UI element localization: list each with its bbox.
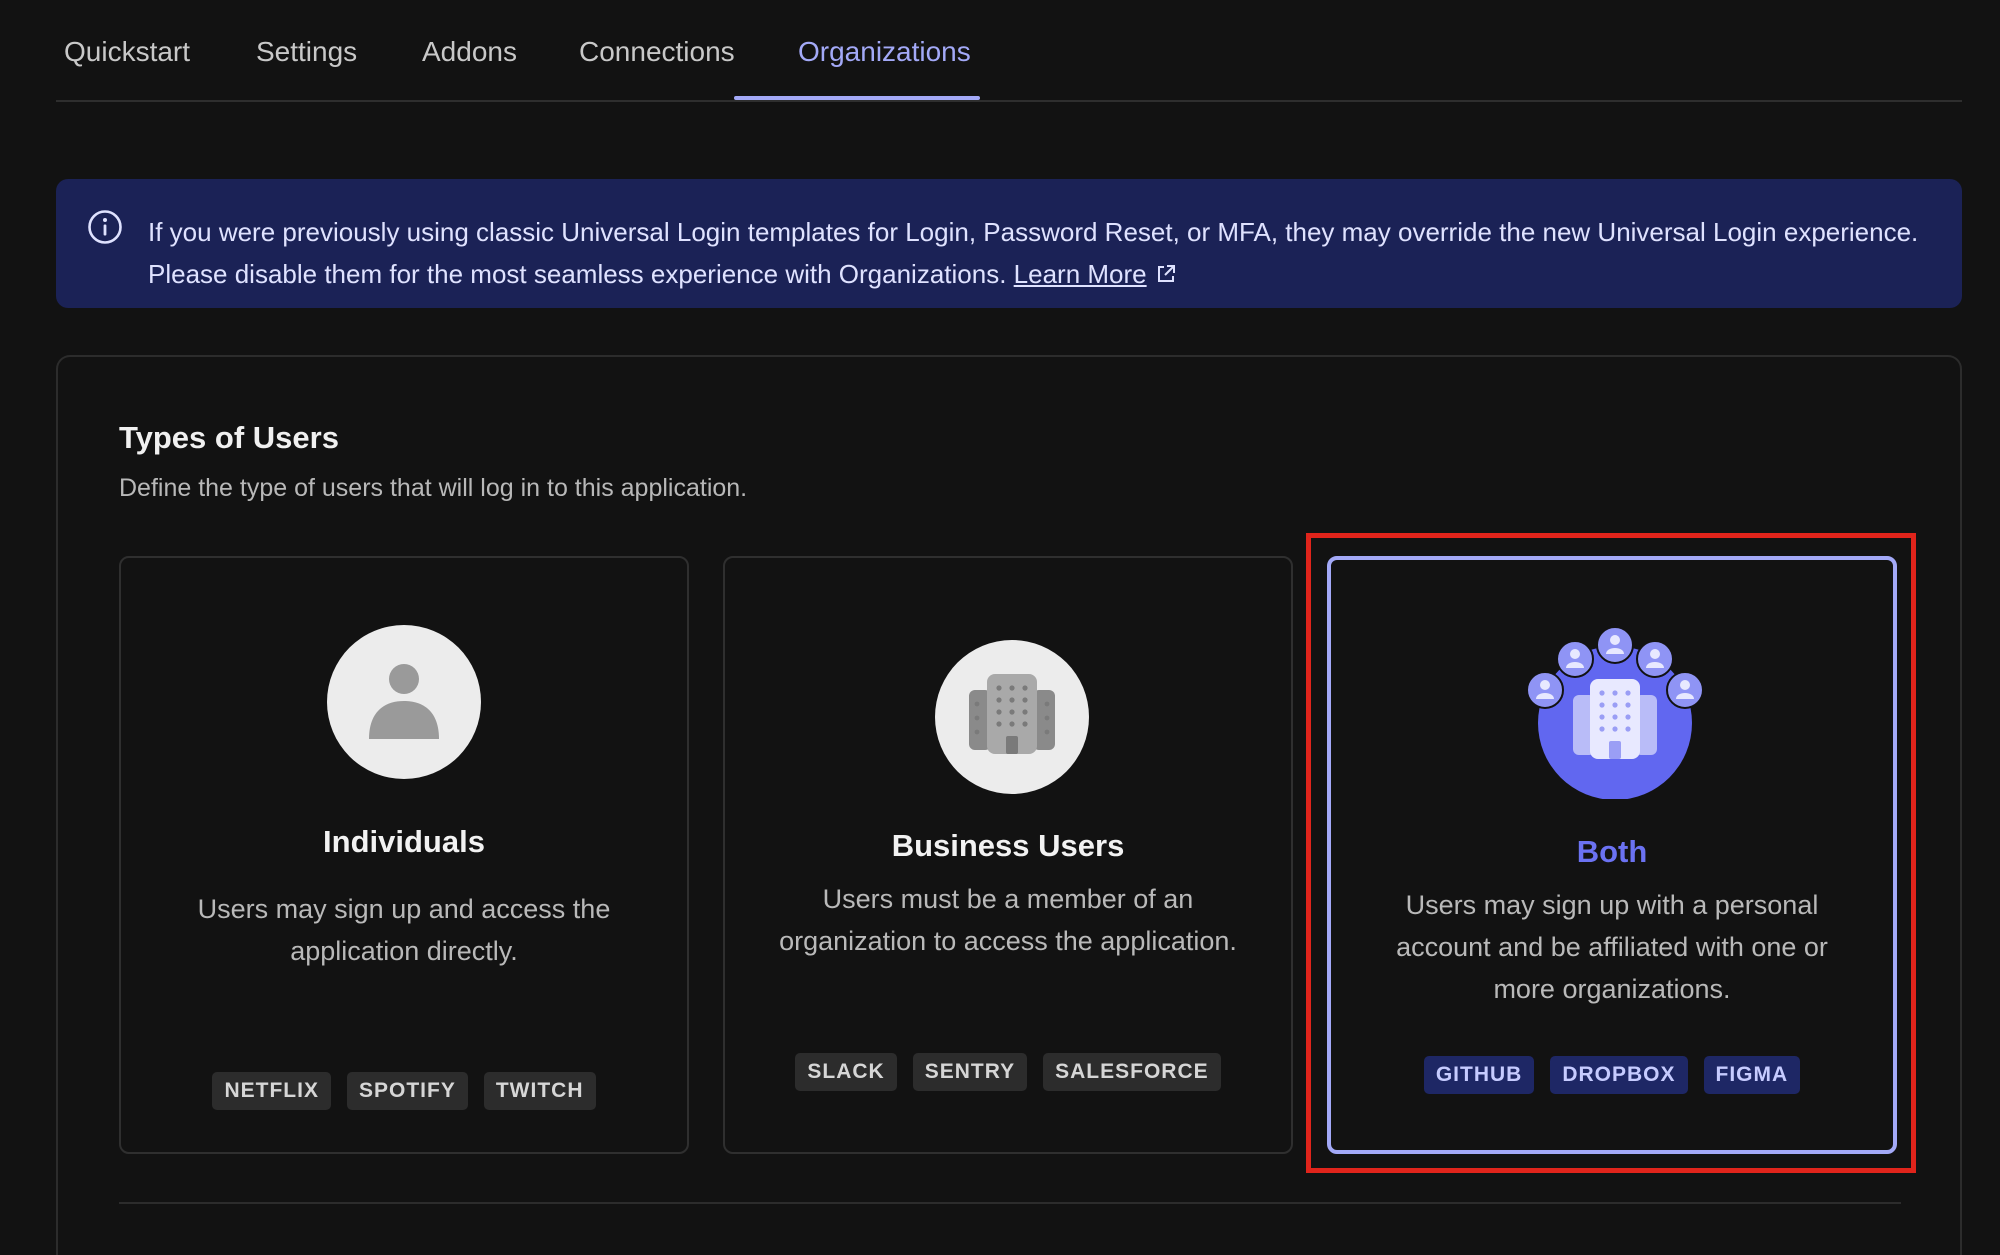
badge: SLACK [795, 1053, 897, 1091]
option-business-users[interactable]: Business Users Users must be a member of… [723, 556, 1293, 1154]
badge: NETFLIX [212, 1072, 331, 1110]
option-individuals[interactable]: Individuals Users may sign up and access… [119, 556, 689, 1154]
option-description: Users may sign up with a personal accoun… [1396, 890, 1828, 1004]
building-icon [935, 640, 1089, 794]
option-title: Individuals [323, 824, 485, 859]
badge: SENTRY [912, 1053, 1028, 1091]
example-badges: SLACK SENTRY SALESFORCE [725, 1053, 1291, 1091]
badge: SPOTIFY [346, 1072, 468, 1110]
badge: SALESFORCE [1043, 1053, 1221, 1091]
person-icon [327, 625, 481, 779]
tab-addons[interactable]: Addons [422, 36, 517, 68]
tab-settings[interactable]: Settings [256, 36, 357, 68]
badge: GITHUB [1423, 1056, 1535, 1094]
tab-organizations[interactable]: Organizations [798, 36, 971, 68]
example-badges: GITHUB DROPBOX FIGMA [1331, 1056, 1893, 1094]
option-title: Both [1576, 834, 1648, 869]
tab-connections[interactable]: Connections [579, 36, 735, 68]
badge: FIGMA [1703, 1056, 1801, 1094]
option-description: Users must be a member of an organizatio… [779, 884, 1237, 956]
section-subtitle: Define the type of users that will log i… [119, 474, 748, 502]
tab-bar: Quickstart Settings Addons Connections O… [56, 0, 1962, 102]
learn-more-link[interactable]: Learn More [1014, 259, 1177, 289]
active-tab-indicator [734, 96, 980, 100]
badge: DROPBOX [1550, 1056, 1688, 1094]
info-icon [88, 210, 122, 244]
option-title: Business Users [891, 828, 1125, 863]
option-both[interactable]: Both Users may sign up with a personal a… [1327, 556, 1897, 1154]
section-title: Types of Users [119, 420, 339, 455]
badge: TWITCH [483, 1072, 596, 1110]
example-badges: NETFLIX SPOTIFY TWITCH [121, 1072, 687, 1110]
external-link-icon[interactable] [1155, 263, 1177, 285]
option-description: Users may sign up and access the applica… [197, 894, 611, 966]
section-divider [119, 1202, 1901, 1204]
info-banner: If you were previously using classic Uni… [56, 179, 1962, 308]
tab-quickstart[interactable]: Quickstart [64, 36, 190, 68]
building-with-users-icon [1527, 626, 1703, 799]
banner-message: If you were previously using classic Uni… [148, 211, 1928, 295]
learn-more-label[interactable]: Learn More [1014, 259, 1147, 289]
